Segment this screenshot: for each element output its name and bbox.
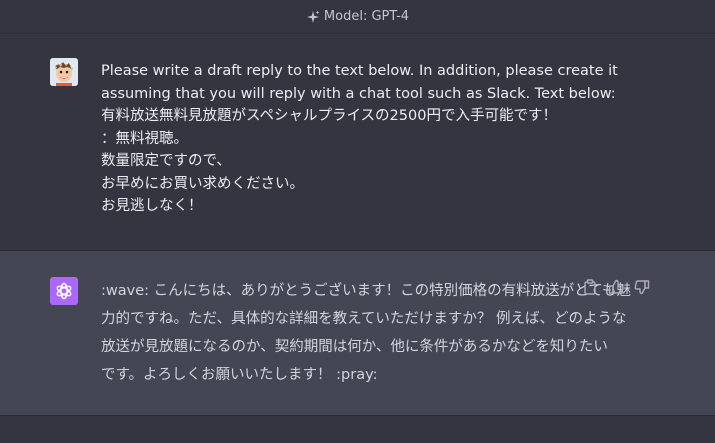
assistant-message: :wave: こんにちは、ありがとうございます！この特別価格の有料放送がとても魅… xyxy=(0,250,715,416)
assistant-message-line: :wave: こんにちは、ありがとうございます！この特別価格の有料放送がとても魅 xyxy=(101,283,631,299)
assistant-message-text: :wave: こんにちは、ありがとうございます！この特別価格の有料放送がとても魅… xyxy=(101,277,631,389)
model-label: Model: GPT-4 xyxy=(323,9,410,24)
assistant-message-line: 力的ですね。ただ、具体的な詳細を教えていただけますか？ 例えば、どのような xyxy=(101,311,627,327)
user-message-line: ：無料視聴。 xyxy=(101,130,188,147)
user-message-text: Please write a draft reply to the text b… xyxy=(101,60,618,218)
user-message-line: Please write a draft reply to the text b… xyxy=(101,63,618,79)
message-actions xyxy=(582,279,650,295)
assistant-message-line: 放送が見放題になるのか、契約期間は何か、他に条件があるかなどを知りたい xyxy=(101,339,608,355)
user-message-line: 数量限定ですので、 xyxy=(101,153,231,169)
model-header: Model: GPT-4 xyxy=(0,0,715,34)
thumbs-down-icon[interactable] xyxy=(634,279,650,295)
user-message-line: 有料放送無料見放題がスペシャルプライスの2500円で入手可能です！ xyxy=(101,108,557,124)
sparkle-icon xyxy=(306,10,320,24)
bottom-area xyxy=(0,416,715,443)
user-message: Please write a draft reply to the text b… xyxy=(0,34,715,250)
user-message-line: お見逃しなく！ xyxy=(101,198,203,214)
user-message-line: お早めにお買い求めください。 xyxy=(101,175,304,192)
user-message-line: assuming that you will reply with a chat… xyxy=(101,85,616,102)
thumbs-up-icon[interactable] xyxy=(608,279,624,295)
openai-logo-icon xyxy=(50,277,78,305)
copy-icon[interactable] xyxy=(582,279,598,295)
assistant-message-line: です。よろしくお願いいたします！ :pray: xyxy=(101,367,378,383)
user-avatar-icon xyxy=(50,58,78,86)
